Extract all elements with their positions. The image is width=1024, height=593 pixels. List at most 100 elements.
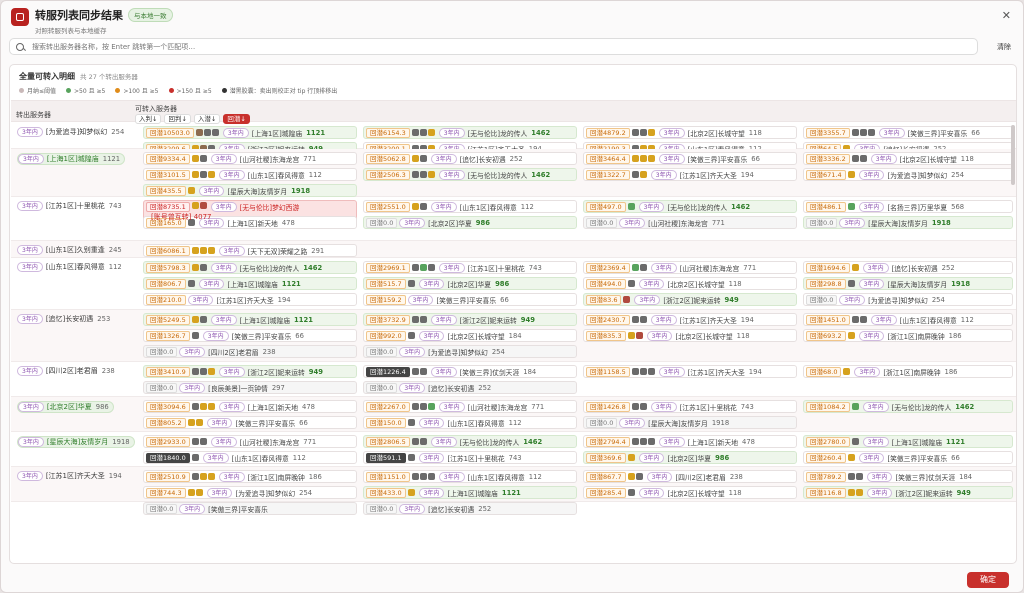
target-server-card[interactable]: 回潜2369.4 3年内 [山河社稷]东海龙宫 771 (583, 261, 797, 274)
source-server[interactable]: 3年内 [上海1区]城隍庙 1121 (17, 153, 126, 165)
target-server-card[interactable]: 回潜260.4 3年内 [笑傲三界]平安喜乐 66 (803, 451, 1013, 464)
target-server-card[interactable]: 回潜6154.3 3年内 [无与伦比]龙的传人 1462 (363, 126, 577, 139)
target-server-card[interactable]: 回潜1326.7 3年内 [笑傲三界]平安喜乐 66 (143, 329, 357, 342)
target-server-card[interactable]: 回潜671.4 3年内 [为爱追寻]知梦似幻 254 (803, 168, 1013, 181)
target-server-card[interactable]: 回潜1840.0 3年内 [山东1区]春风得意 112 (143, 451, 357, 464)
target-server-name: [江苏1区]十里桃花 (467, 264, 525, 273)
server-tag-icon (639, 368, 647, 375)
target-server-count: 112 (308, 170, 322, 179)
source-server[interactable]: 3年内 [四川2区]老君眉 238 (17, 366, 115, 376)
target-server-card[interactable]: 回潜5062.8 3年内 [追忆]长安初遇 252 (363, 152, 577, 165)
target-server-card[interactable]: 回潜0.0 3年内 [追忆]长安初遇 252 (363, 502, 577, 515)
target-server-card[interactable]: 回潜2551.0 3年内 [山东1区]春风得意 112 (363, 200, 577, 213)
target-server-card[interactable]: 回潜0.0 3年内 [良辰美景]一页钟情 297 (143, 381, 357, 394)
target-server-card[interactable]: 回潜2969.1 3年内 [江苏1区]十里桃花 743 (363, 261, 577, 274)
target-server-card[interactable]: 回潜2267.0 3年内 [山河社稷]东海龙宫 771 (363, 400, 577, 413)
clear-button[interactable]: 清除 (993, 39, 1015, 55)
target-server-card[interactable]: 回潜0.0 3年内 [为爱追寻]知梦似幻 254 (803, 293, 1013, 306)
target-server-card[interactable]: 回潜150.0 3年内 [山东1区]春风得意 112 (363, 416, 577, 429)
target-server-card[interactable]: 回潜494.0 3年内 [北京2区]长城守望 118 (583, 277, 797, 290)
target-server-card[interactable]: 回潜369.6 3年内 [北京2区]华夏 986 (583, 451, 797, 464)
target-server-card[interactable]: 回潜10503.0 3年内 [上海1区]城隍庙 1121 (143, 126, 357, 139)
server-tag-icon (639, 438, 647, 445)
close-icon[interactable]: ✕ (1002, 9, 1011, 22)
target-server-card[interactable]: 回潜1084.2 3年内 [无与伦比]龙的传人 1462 (803, 400, 1013, 413)
target-server-card[interactable]: 回潜433.0 3年内 [上海1区]城隍庙 1121 (363, 486, 577, 499)
target-server-card[interactable]: 回潜1451.0 3年内 [山东1区]春风得意 112 (803, 313, 1013, 326)
target-server-card[interactable]: 回潜3464.4 3年内 [笑傲三界]平安喜乐 66 (583, 152, 797, 165)
target-server-card[interactable]: 回潜2430.7 3年内 [江苏1区]齐天大圣 194 (583, 313, 797, 326)
source-server[interactable]: 3年内 [追忆]长安初遇 253 (17, 314, 110, 324)
target-server-count: 1462 (303, 263, 323, 272)
target-server-card[interactable]: 回潜2794.4 3年内 [上海1区]新天地 478 (583, 435, 797, 448)
server-icons (411, 403, 436, 410)
target-server-card[interactable]: 回潜3355.7 3年内 [笑傲三界]平安喜乐 66 (803, 126, 1013, 139)
target-server-card[interactable]: 回潜693.2 3年内 [浙江1区]南屏晚钟 186 (803, 329, 1013, 342)
target-server-card[interactable]: 回潜0.0 3年内 [北京2区]华夏 986 (363, 216, 577, 229)
source-server[interactable]: 3年内 [江苏1区]齐天大圣 194 (17, 471, 122, 481)
server-icons (627, 454, 636, 461)
target-server-card[interactable]: 回潜4879.2 3年内 [北京2区]长城守望 118 (583, 126, 797, 139)
target-server-card[interactable]: 回潜835.3 3年内 [北京2区]长城守望 118 (583, 329, 797, 342)
target-server-card[interactable]: 回潜0.0 3年内 [追忆]长安初遇 252 (363, 381, 577, 394)
target-server-card[interactable]: 回潜497.0 3年内 [无与伦比]龙的传人 1462 (583, 200, 797, 213)
target-server-card[interactable]: 回潜0.0 3年内 [笑傲三界]平安喜乐 (143, 502, 357, 515)
target-server-card[interactable]: 回潜1151.0 3年内 [山东1区]春风得意 112 (363, 470, 577, 483)
target-server-card[interactable]: 回潜1158.5 3年内 [江苏1区]齐天大圣 194 (583, 365, 797, 378)
target-server-card[interactable]: 回潜806.7 3年内 [上海1区]城隍庙 1121 (143, 277, 357, 290)
target-server-card[interactable]: 回潜3336.2 3年内 [北京2区]长城守望 118 (803, 152, 1013, 165)
target-server-count: 1918 (931, 218, 951, 227)
target-server-card[interactable]: 回潜5249.5 3年内 [上海1区]城隍庙 1121 (143, 313, 357, 326)
target-server-card[interactable]: 回潜2933.0 3年内 [山河社稷]东海龙宫 771 (143, 435, 357, 448)
target-server-card[interactable]: 回潜435.5 3年内 [星辰大海]友情岁月 1918 (143, 184, 357, 197)
target-server-card[interactable]: 回潜9334.4 3年内 [山河社稷]东海龙宫 771 (143, 152, 357, 165)
source-server[interactable]: 3年内 [山东1区]春风得意 112 (17, 262, 122, 272)
target-server-card[interactable]: 回潜0.0 3年内 [山河社稷]东海龙宫 771 (583, 216, 797, 229)
target-server-card[interactable]: 回潜1322.7 3年内 [江苏1区]齐天大圣 194 (583, 168, 797, 181)
target-server-card[interactable]: 回潜789.2 3年内 [笑傲三界]仗剑天涯 184 (803, 470, 1013, 483)
target-server-card[interactable]: 回潜0.0 3年内 [星辰大海]友情岁月 1918 (583, 416, 797, 429)
target-server-card[interactable]: 回潜68.0 3年内 [浙江1区]南屏晚钟 186 (803, 365, 1013, 378)
source-server[interactable]: 3年内 [为爱追寻]知梦似幻 254 (17, 127, 124, 137)
server-tag-icon (635, 332, 643, 339)
target-server-card[interactable]: 回潜0.0 3年内 [为爱追寻]知梦似幻 254 (363, 345, 577, 358)
target-server-card[interactable]: 回潜210.0 3年内 [江苏1区]齐天大圣 194 (143, 293, 357, 306)
source-server[interactable]: 3年内 [北京2区]华夏 986 (17, 401, 114, 413)
target-server-card[interactable]: 回潜1694.6 3年内 [追忆]长安初遇 252 (803, 261, 1013, 274)
source-server[interactable]: 3年内 [星辰大海]友情岁月 1918 (17, 436, 135, 448)
target-server-card[interactable]: 回潜116.8 3年内 [浙江2区]妮来运转 949 (803, 486, 1013, 499)
target-server-count: 291 (311, 246, 325, 255)
server-icons (407, 489, 416, 496)
target-server-card[interactable]: 回潜2780.0 3年内 [上海1区]城隍庙 1121 (803, 435, 1013, 448)
scrollbar[interactable] (1011, 125, 1015, 185)
target-server-card[interactable]: 回潜744.3 3年内 [为爱追寻]知梦似幻 254 (143, 486, 357, 499)
target-server-card[interactable]: 回潜5798.3 3年内 [无与伦比]龙的传人 1462 (143, 261, 357, 274)
target-server-card[interactable]: 回潜591.1 3年内 [江苏1区]十里桃花 743 (363, 451, 577, 464)
target-server-card[interactable]: 回潜1426.8 3年内 [江苏1区]十里桃花 743 (583, 400, 797, 413)
target-server-card[interactable]: 回潜486.1 3年内 [名扬三界]万里华夏 568 (803, 200, 1013, 213)
target-server-card[interactable]: 回潜3410.9 3年内 [浙江2区]妮来运转 949 (143, 365, 357, 378)
target-server-card[interactable]: 回潜3101.5 3年内 [山东1区]春风得意 112 (143, 168, 357, 181)
target-server-card[interactable]: 回潜992.0 3年内 [北京2区]长城守望 184 (363, 329, 577, 342)
target-server-card[interactable]: 回潜2510.9 3年内 [浙江1区]南屏晚钟 186 (143, 470, 357, 483)
target-server-card[interactable]: 回潜805.2 3年内 [笑傲三界]平安喜乐 66 (143, 416, 357, 429)
target-server-card[interactable]: 回潜298.8 3年内 [星辰大海]友情岁月 1918 (803, 277, 1013, 290)
search-input[interactable] (32, 42, 977, 51)
target-server-card[interactable]: 回潜2506.3 3年内 [无与伦比]龙的传人 1462 (363, 168, 577, 181)
server-icons (407, 419, 416, 426)
confirm-button[interactable]: 确定 (967, 572, 1009, 588)
source-server[interactable]: 3年内 [山东1区]久别重逢 245 (17, 245, 122, 255)
target-server-card[interactable]: 回潜3094.6 3年内 [上海1区]新天地 478 (143, 400, 357, 413)
target-server-card[interactable]: 回潜285.4 3年内 [北京2区]长城守望 118 (583, 486, 797, 499)
target-server-card[interactable]: 回潜1226.4 3年内 [笑傲三界]仗剑天涯 184 (363, 365, 577, 378)
target-server-card[interactable]: 回潜515.7 3年内 [北京2区]华夏 986 (363, 277, 577, 290)
target-server-card[interactable]: 回潜159.2 3年内 [笑傲三界]平安喜乐 66 (363, 293, 577, 306)
target-server-card[interactable]: 回潜83.6 3年内 [浙江2区]妮来运转 949 (583, 293, 797, 306)
target-server-card[interactable]: 回潜0.0 3年内 [四川2区]老君眉 238 (143, 345, 357, 358)
target-server-card[interactable]: 回潜2806.5 3年内 [无与伦比]龙的传人 1462 (363, 435, 577, 448)
target-server-card[interactable]: 回潜867.7 3年内 [四川2区]老君眉 238 (583, 470, 797, 483)
target-server-card[interactable]: 回潜3732.9 3年内 [浙江2区]妮来运转 949 (363, 313, 577, 326)
target-server-card[interactable]: 回潜0.0 3年内 [星辰大海]友情岁月 1918 (803, 216, 1013, 229)
target-server-card[interactable]: 回潜6086.1 3年内 [天下无双]荣耀之路 291 (143, 244, 357, 257)
source-server[interactable]: 3年内 [江苏1区]十里桃花 743 (17, 201, 122, 211)
